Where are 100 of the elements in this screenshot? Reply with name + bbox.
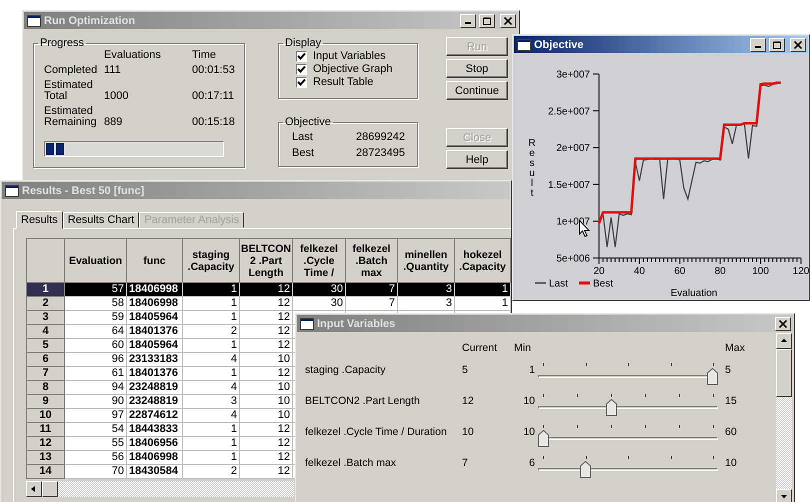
time-value: 00:15:18 [192, 117, 236, 128]
column-header: Min [513, 342, 532, 356]
column-header[interactable]: BELTCON 2 .Part Length [240, 238, 292, 282]
close-button[interactable] [500, 14, 516, 28]
axis-label: 40 [634, 266, 645, 277]
table-cell: 56 [64, 450, 126, 464]
window-title: Objective [534, 38, 585, 50]
scroll-left-button[interactable] [26, 481, 42, 497]
axis-label: 120 [792, 266, 809, 277]
minimize-button[interactable] [750, 38, 766, 52]
min-value: 10 [522, 425, 535, 440]
table-cell: 59 [64, 310, 126, 324]
table-cell: 12 [240, 450, 292, 464]
table-cell: 4 [182, 380, 240, 394]
maximize-icon [483, 16, 491, 24]
table-cell: 12 [240, 436, 292, 450]
axis-label: 20 [593, 266, 605, 277]
table-cell: 23248819 [126, 380, 182, 394]
slider[interactable] [538, 391, 718, 418]
checkbox-label[interactable]: Objective Graph [313, 63, 392, 75]
close-button[interactable] [775, 316, 791, 330]
close-icon [779, 320, 787, 328]
axis-label: 2e+007 [556, 143, 590, 154]
close-button[interactable] [790, 38, 806, 52]
table-cell: 10 [240, 352, 292, 366]
table-row[interactable]: 1 57 18406998 1 12 30 7 3 1 [26, 282, 510, 296]
column-header[interactable]: func [126, 238, 182, 282]
checkbox[interactable] [296, 76, 307, 88]
legend-label: Last [549, 278, 568, 290]
variable-name: felkezel .Cycle Time / Duration [305, 425, 448, 440]
maximize-button[interactable] [769, 38, 785, 52]
scrollbar-thumb[interactable] [42, 481, 58, 497]
table-cell: 4 [182, 352, 240, 366]
table-cell: 1 [182, 436, 240, 450]
table-cell: 64 [64, 324, 126, 338]
table-cell: 18406998 [126, 450, 182, 464]
slider-thumb[interactable] [707, 368, 718, 385]
column-header: Max [725, 342, 746, 356]
table-row[interactable]: 2 58 18406998 1 12 30 7 3 1 [26, 296, 510, 310]
table-cell: 61 [64, 366, 126, 380]
vertical-scrollbar[interactable] [776, 333, 792, 502]
checkbox[interactable] [296, 64, 307, 74]
tab[interactable]: Results [16, 211, 63, 229]
slider-thumb[interactable] [606, 399, 617, 416]
table-cell: 12 [240, 310, 292, 324]
horizontal-scrollbar[interactable] [26, 481, 294, 497]
minimize-icon [465, 22, 471, 24]
checkbox-label[interactable]: Input Variables [313, 50, 386, 62]
row-label: Completed [44, 65, 98, 76]
row-number: 14 [26, 464, 64, 478]
dialog-button[interactable]: Continue [446, 81, 508, 100]
column-header[interactable]: felkezel .Cycle Time / [292, 238, 346, 282]
scroll-down-button[interactable] [776, 489, 792, 502]
maximize-button[interactable] [479, 14, 495, 28]
table-cell: 12 [240, 366, 292, 380]
column-header[interactable]: felkezel .Batch max [346, 238, 398, 282]
table-cell: 18443833 [126, 422, 182, 436]
table-cell: 3 [398, 296, 454, 310]
table-cell: 23248819 [126, 394, 182, 408]
table-cell: 90 [64, 394, 126, 408]
group-title: Display [284, 37, 322, 49]
slider-thumb[interactable] [580, 461, 592, 478]
checkbox-label[interactable]: Result Table [313, 76, 374, 88]
scroll-up-button[interactable] [776, 333, 792, 349]
table-cell: 12 [240, 422, 292, 436]
evaluations-value: 111 [104, 65, 122, 76]
dialog-button[interactable]: Stop [446, 59, 508, 78]
current-value: 5 [462, 363, 469, 378]
current-value: 10 [462, 425, 475, 440]
window-icon [27, 14, 41, 26]
dialog-button[interactable]: Help [446, 150, 508, 169]
column-header[interactable]: staging .Capacity [182, 238, 240, 282]
axis-label: 5e+006 [556, 254, 590, 264]
slider-thumb[interactable] [538, 430, 549, 447]
row-number: 10 [26, 408, 64, 422]
row-label: Best [292, 147, 314, 159]
minimize-button[interactable] [460, 14, 476, 28]
column-header[interactable]: Evaluation [64, 238, 126, 282]
scrollbar-thumb[interactable] [776, 349, 792, 397]
table-cell: 7 [346, 296, 398, 310]
checkbox[interactable] [296, 50, 307, 62]
maximize-icon [773, 40, 781, 48]
group-title: Progress [39, 37, 86, 49]
evaluations-value: 1000 [104, 91, 130, 102]
variable-name: BELTCON2 .Part Length [305, 394, 421, 409]
slider[interactable] [538, 453, 718, 480]
slider[interactable] [538, 360, 718, 387]
table-cell: 1 [182, 422, 240, 436]
table-cell: 58 [64, 296, 126, 310]
window-icon [5, 184, 19, 196]
table-cell: 1 [182, 338, 240, 352]
table-cell: 60 [64, 338, 126, 352]
tab[interactable]: Results Chart [62, 212, 140, 228]
table-cell: 2 [182, 464, 240, 478]
column-header[interactable]: minellen .Quantity [398, 238, 454, 282]
table-cell: 18401376 [126, 366, 182, 380]
table-cell: 12 [240, 296, 292, 310]
row-number: 11 [26, 422, 64, 436]
slider[interactable] [538, 422, 718, 449]
column-header[interactable]: hokezel .Capacity [454, 238, 510, 282]
